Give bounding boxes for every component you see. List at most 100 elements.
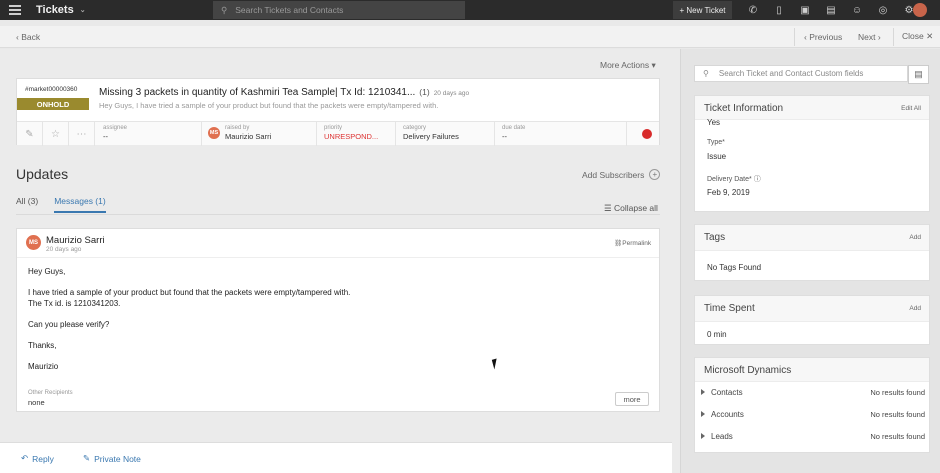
tab-messages[interactable]: Messages (1)	[54, 196, 106, 213]
phone-icon[interactable]: ✆	[740, 5, 766, 16]
raised-by-field[interactable]: MS raised by Maurizio Sarri	[208, 125, 271, 141]
new-ticket-button[interactable]: + New Ticket	[673, 1, 732, 19]
back-button[interactable]: ‹ Back	[16, 32, 40, 42]
right-sidebar: ⚲ Search Ticket and Contact Custom field…	[680, 49, 940, 473]
divider	[794, 28, 795, 46]
add-time-button[interactable]: Add	[909, 305, 921, 312]
more-actions-label: More Actions	[600, 60, 650, 70]
notifications-icon[interactable]: ▣	[792, 5, 818, 16]
plus-icon: +	[649, 169, 661, 180]
status-badge[interactable]: ONHOLD	[17, 98, 89, 110]
search-placeholder: Search Tickets and Contacts	[235, 5, 344, 15]
private-note-button[interactable]: ✎ Private Note	[83, 453, 141, 464]
dynamics-row-contacts[interactable]: Contacts No results found	[701, 388, 925, 402]
ticket-age: 20 days ago	[433, 90, 470, 97]
add-subscribers-button[interactable]: Add Subscribers +	[582, 169, 661, 180]
priority-field[interactable]: priority UNRESPOND...	[324, 125, 378, 141]
reply-icon: ↶	[21, 453, 29, 463]
due-date-label: due date	[502, 125, 526, 131]
divider	[626, 122, 627, 146]
empty-tags-text: No Tags Found	[707, 263, 762, 272]
field-value: Yes	[707, 118, 721, 127]
ticket-id: #market00000360	[25, 86, 78, 93]
tab-all[interactable]: All (3)	[16, 196, 38, 213]
previous-button[interactable]: ‹ Previous	[804, 32, 842, 42]
star-icon[interactable]: ☆	[43, 122, 69, 146]
field-list-icon[interactable]: ▤	[908, 65, 929, 84]
divider	[893, 28, 894, 46]
permalink-label: Permalink	[622, 240, 652, 247]
add-subscribers-label: Add Subscribers	[582, 169, 645, 180]
type-value[interactable]: Issue	[707, 152, 726, 161]
feedback-icon[interactable]: ☺	[844, 5, 870, 16]
divider	[395, 122, 396, 146]
dynamics-row-accounts[interactable]: Accounts No results found	[701, 410, 925, 424]
reply-label: Reply	[32, 453, 54, 464]
delivery-date-value[interactable]: Feb 9, 2019	[707, 188, 750, 197]
hamburger-menu-icon[interactable]	[0, 0, 30, 20]
category-value: Delivery Failures	[403, 132, 459, 141]
ticket-nav-bar: ‹ Back ‹ Previous Next › Close ✕	[0, 26, 940, 48]
due-date-field[interactable]: due date --	[502, 125, 525, 141]
close-label: Close	[902, 31, 924, 41]
top-bar: Tickets ⌄ ⚲ Search Tickets and Contacts …	[0, 0, 940, 20]
other-recipients-label: Other Recipients	[28, 390, 73, 396]
panel-title: Microsoft Dynamics	[704, 365, 792, 376]
reply-button[interactable]: ↶ Reply	[21, 453, 54, 464]
priority-value: UNRESPOND...	[324, 132, 379, 141]
sla-status-indicator[interactable]	[642, 129, 652, 139]
book-icon[interactable]: ▯	[766, 5, 792, 16]
private-note-label: Private Note	[94, 453, 141, 464]
row-label: Contacts	[711, 388, 743, 397]
message-card: MS Maurizio Sarri 20 days ago ⛓Permalink…	[16, 228, 660, 412]
row-result: No results found	[870, 388, 925, 397]
message-line: I have tried a sample of your product bu…	[28, 288, 351, 297]
help-icon[interactable]: ◎	[870, 5, 896, 16]
message-header: MS Maurizio Sarri 20 days ago ⛓Permalink	[17, 229, 659, 258]
ticket-subject: Missing 3 packets in quantity of Kashmir…	[99, 87, 469, 98]
priority-label: priority	[324, 125, 343, 131]
raised-by-label: raised by	[225, 125, 250, 131]
message-line: Can you please verify?	[28, 319, 110, 329]
message-author[interactable]: Maurizio Sarri	[46, 235, 105, 246]
app-title[interactable]: Tickets ⌄	[36, 4, 86, 16]
time-spent-value: 0 min	[707, 330, 727, 339]
close-icon: ✕	[926, 31, 934, 41]
divider	[494, 122, 495, 146]
message-line: The Tx id. is 1210341203.	[28, 298, 121, 308]
updates-heading: Updates	[16, 166, 69, 182]
add-tag-button[interactable]: Add	[909, 234, 921, 241]
more-button[interactable]: more	[615, 392, 649, 406]
global-search-input[interactable]: ⚲ Search Tickets and Contacts	[213, 1, 465, 19]
note-icon: ✎	[83, 453, 91, 463]
collapse-all-button[interactable]: ☰ Collapse all	[604, 203, 658, 214]
dynamics-row-leads[interactable]: Leads No results found	[701, 432, 925, 446]
next-button[interactable]: Next ›	[858, 32, 881, 42]
caret-right-icon	[701, 389, 705, 395]
pin-icon[interactable]: ✎	[17, 122, 43, 146]
category-field[interactable]: category Delivery Failures	[403, 125, 459, 141]
row-label: Leads	[711, 432, 733, 441]
custom-fields-search-input[interactable]: ⚲ Search Ticket and Contact Custom field…	[694, 65, 908, 82]
panel-title: Time Spent	[704, 303, 755, 314]
avatar: MS	[26, 235, 41, 250]
info-icon: ⓘ	[753, 176, 761, 183]
more-actions-menu[interactable]: More Actions ▾	[600, 60, 656, 71]
clipboard-icon[interactable]: ▤	[818, 5, 844, 16]
user-avatar[interactable]	[913, 3, 927, 17]
panel-title: Tags	[704, 232, 726, 243]
app-title-label: Tickets	[36, 4, 74, 16]
message-body: Hey Guys, I have tried a sample of your …	[28, 267, 350, 372]
more-options-icon[interactable]: ⋯	[69, 122, 95, 146]
edit-all-button[interactable]: Edit All	[901, 105, 921, 112]
assignee-value: --	[103, 132, 108, 141]
divider	[316, 122, 317, 146]
assignee-field[interactable]: assignee --	[103, 125, 127, 141]
close-button[interactable]: Close ✕	[902, 31, 933, 42]
other-recipients-value: none	[28, 398, 45, 407]
panel-header: Tags Add	[695, 225, 929, 251]
topbar-icons: ✆ ▯ ▣ ▤ ☺ ◎ ⚙	[740, 0, 922, 20]
previous-label: Previous	[809, 31, 843, 42]
permalink-link[interactable]: ⛓Permalink	[614, 239, 651, 247]
search-icon: ⚲	[221, 4, 228, 15]
